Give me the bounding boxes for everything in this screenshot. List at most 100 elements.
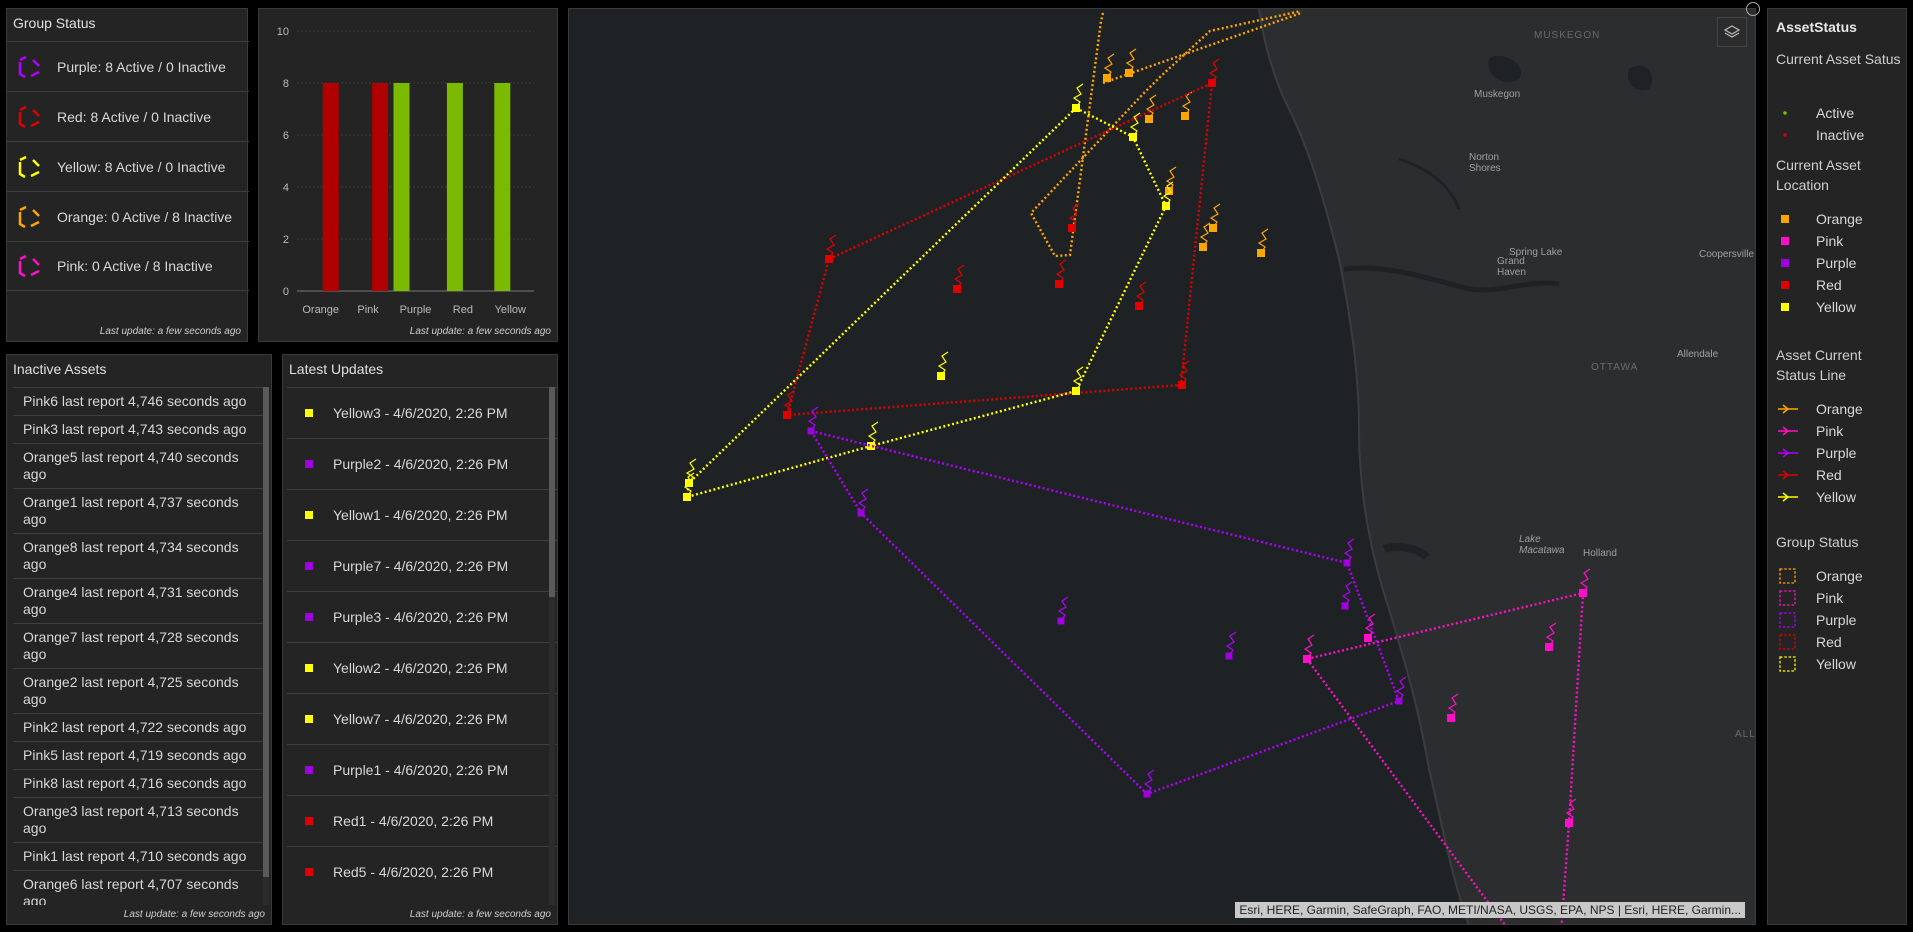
purple-asset-marker[interactable] (1343, 559, 1351, 567)
legend-item: Inactive (1778, 127, 1864, 143)
red-asset-marker[interactable] (1055, 280, 1063, 288)
yellow-asset-marker[interactable] (685, 479, 693, 487)
orange-asset-marker[interactable] (1181, 112, 1189, 120)
latest-update-item[interactable]: Purple2 - 4/6/2020, 2:26 PM (287, 438, 557, 489)
orange-asset-marker[interactable] (1199, 243, 1207, 251)
inactive-asset-item[interactable]: Pink5 last report 4,719 seconds ago (13, 741, 265, 769)
yellow-asset-marker[interactable] (937, 372, 945, 380)
purple-asset-marker[interactable] (857, 509, 865, 517)
red-asset-marker[interactable] (825, 255, 833, 263)
inactive-asset-item[interactable]: Orange5 last report 4,740 seconds ago (13, 443, 265, 488)
inactive-scrollbar[interactable] (263, 387, 269, 905)
legend-item: Yellow (1778, 489, 1856, 505)
latest-updates-title: Latest Updates (289, 361, 384, 377)
red-asset-marker[interactable] (1135, 302, 1143, 310)
inactive-asset-item[interactable]: Orange1 last report 4,737 seconds ago (13, 488, 265, 533)
place-norton-shores: Norton Shores (1469, 152, 1501, 174)
purple-asset-marker[interactable] (1395, 697, 1403, 705)
inactive-asset-item[interactable]: Pink2 last report 4,722 seconds ago (13, 713, 265, 741)
yellow-track[interactable] (685, 106, 1168, 499)
inactive-assets-list: Pink6 last report 4,746 seconds ago Pink3… (13, 387, 265, 905)
latest-update-label: Red5 - 4/6/2020, 2:26 PM (333, 864, 494, 880)
yellow-asset-marker[interactable] (1072, 387, 1080, 395)
inactive-asset-item[interactable]: Pink3 last report 4,743 seconds ago (13, 415, 265, 443)
inactive-asset-item[interactable]: Pink6 last report 4,746 seconds ago (13, 387, 265, 415)
legend-item: Purple (1778, 255, 1856, 271)
yellow-asset-marker[interactable] (1162, 202, 1170, 210)
inactive-asset-item[interactable]: Orange8 last report 4,734 seconds ago (13, 533, 265, 578)
red-track[interactable] (785, 81, 1214, 417)
legend-symbol (1778, 446, 1800, 460)
inactive-asset-item[interactable]: Orange4 last report 4,731 seconds ago (13, 578, 265, 623)
latest-update-item[interactable]: Yellow7 - 4/6/2020, 2:26 PM (287, 693, 557, 744)
map-canvas[interactable] (569, 9, 1756, 925)
red-asset-marker[interactable] (953, 285, 961, 293)
legend-item: Orange (1778, 401, 1863, 417)
inactive-scrollbar-thumb[interactable] (263, 387, 269, 877)
inactive-asset-item[interactable]: Orange2 last report 4,725 seconds ago (13, 668, 265, 713)
latest-update-item[interactable]: Yellow3 - 4/6/2020, 2:26 PM (287, 387, 557, 438)
asset-color-marker (305, 409, 313, 417)
legend-symbol (1778, 590, 1800, 606)
map-view[interactable]: MUSKEGON Muskegon Norton Shores Spring L… (568, 8, 1756, 925)
y-tick-label: 8 (283, 78, 289, 90)
inactive-asset-item[interactable]: Orange3 last report 4,713 seconds ago (13, 797, 265, 842)
latest-update-item[interactable]: Yellow1 - 4/6/2020, 2:26 PM (287, 489, 557, 540)
latest-update-item[interactable]: Purple3 - 4/6/2020, 2:26 PM (287, 591, 557, 642)
purple-asset-marker[interactable] (1057, 617, 1065, 625)
pink-asset-marker[interactable] (1545, 643, 1553, 651)
orange-asset-marker[interactable] (1103, 74, 1111, 82)
orange-asset-marker[interactable] (1145, 115, 1153, 123)
inactive-asset-item[interactable]: Pink8 last report 4,716 seconds ago (13, 769, 265, 797)
legend-item: Yellow (1778, 299, 1856, 315)
pink-asset-marker[interactable] (1447, 714, 1455, 722)
layers-button[interactable] (1717, 17, 1747, 47)
group-status-item: Red: 8 Active / 0 Inactive (7, 91, 249, 141)
yellow-asset-marker[interactable] (1072, 104, 1080, 112)
x-tick-label: Pink (357, 304, 379, 316)
legend-symbol (1778, 634, 1800, 650)
latest-update-item[interactable]: Red5 - 4/6/2020, 2:26 PM (287, 846, 557, 897)
pink-asset-marker[interactable] (1565, 819, 1573, 827)
inactive-asset-item[interactable]: Pink1 last report 4,710 seconds ago (13, 842, 265, 870)
latest-update-item[interactable]: Red1 - 4/6/2020, 2:26 PM (287, 795, 557, 846)
pink-asset-marker[interactable] (1364, 634, 1372, 642)
purple-asset-marker[interactable] (1341, 602, 1349, 610)
red-asset-marker[interactable] (1208, 79, 1216, 87)
orange-asset-marker[interactable] (1257, 249, 1265, 257)
legend-label: Pink (1816, 590, 1844, 606)
asset-trail (1143, 769, 1155, 795)
legend-symbol (1778, 402, 1800, 416)
yellow-asset-marker[interactable] (1129, 133, 1137, 141)
latest-updates-panel: Latest Updates Yellow3 - 4/6/2020, 2:26 … (282, 354, 558, 925)
latest-scrollbar-thumb[interactable] (549, 387, 555, 597)
group-status-label: Orange: 0 Active / 8 Inactive (57, 208, 233, 225)
pink-asset-marker[interactable] (1303, 655, 1311, 663)
latest-update-label: Purple3 - 4/6/2020, 2:26 PM (333, 609, 509, 625)
latest-scrollbar[interactable] (549, 387, 555, 905)
purple-asset-marker[interactable] (1143, 790, 1151, 798)
purple-asset-marker[interactable] (807, 427, 815, 435)
asset-trail (1225, 631, 1237, 657)
close-icon[interactable] (1746, 2, 1760, 16)
inactive-asset-item[interactable]: Orange6 last report 4,707 seconds ago (13, 870, 265, 905)
bar (393, 83, 410, 291)
orange-asset-marker[interactable] (1125, 69, 1133, 77)
red-asset-marker[interactable] (1068, 224, 1076, 232)
place-allendale: Allendale (1677, 349, 1719, 360)
latest-update-item[interactable]: Yellow2 - 4/6/2020, 2:26 PM (287, 642, 557, 693)
inactive-asset-item[interactable]: Orange7 last report 4,728 seconds ago (13, 623, 265, 668)
inactive-assets-panel: Inactive Assets Pink6 last report 4,746 … (6, 354, 272, 925)
legend-item: Yellow (1778, 656, 1856, 672)
map-attribution[interactable]: Esri, HERE, Garmin, SafeGraph, FAO, METI… (1235, 902, 1745, 918)
latest-update-item[interactable]: Purple7 - 4/6/2020, 2:26 PM (287, 540, 557, 591)
purple-track[interactable] (809, 429, 1401, 796)
purple-asset-marker[interactable] (1225, 652, 1233, 660)
red-asset-marker[interactable] (1178, 381, 1186, 389)
pink-asset-marker[interactable] (1579, 589, 1587, 597)
red-asset-marker[interactable] (783, 411, 791, 419)
latest-update-item[interactable]: Purple1 - 4/6/2020, 2:26 PM (287, 744, 557, 795)
legend-symbol (1778, 612, 1800, 628)
orange-asset-marker[interactable] (1209, 224, 1217, 232)
yellow-asset-marker[interactable] (683, 493, 691, 501)
